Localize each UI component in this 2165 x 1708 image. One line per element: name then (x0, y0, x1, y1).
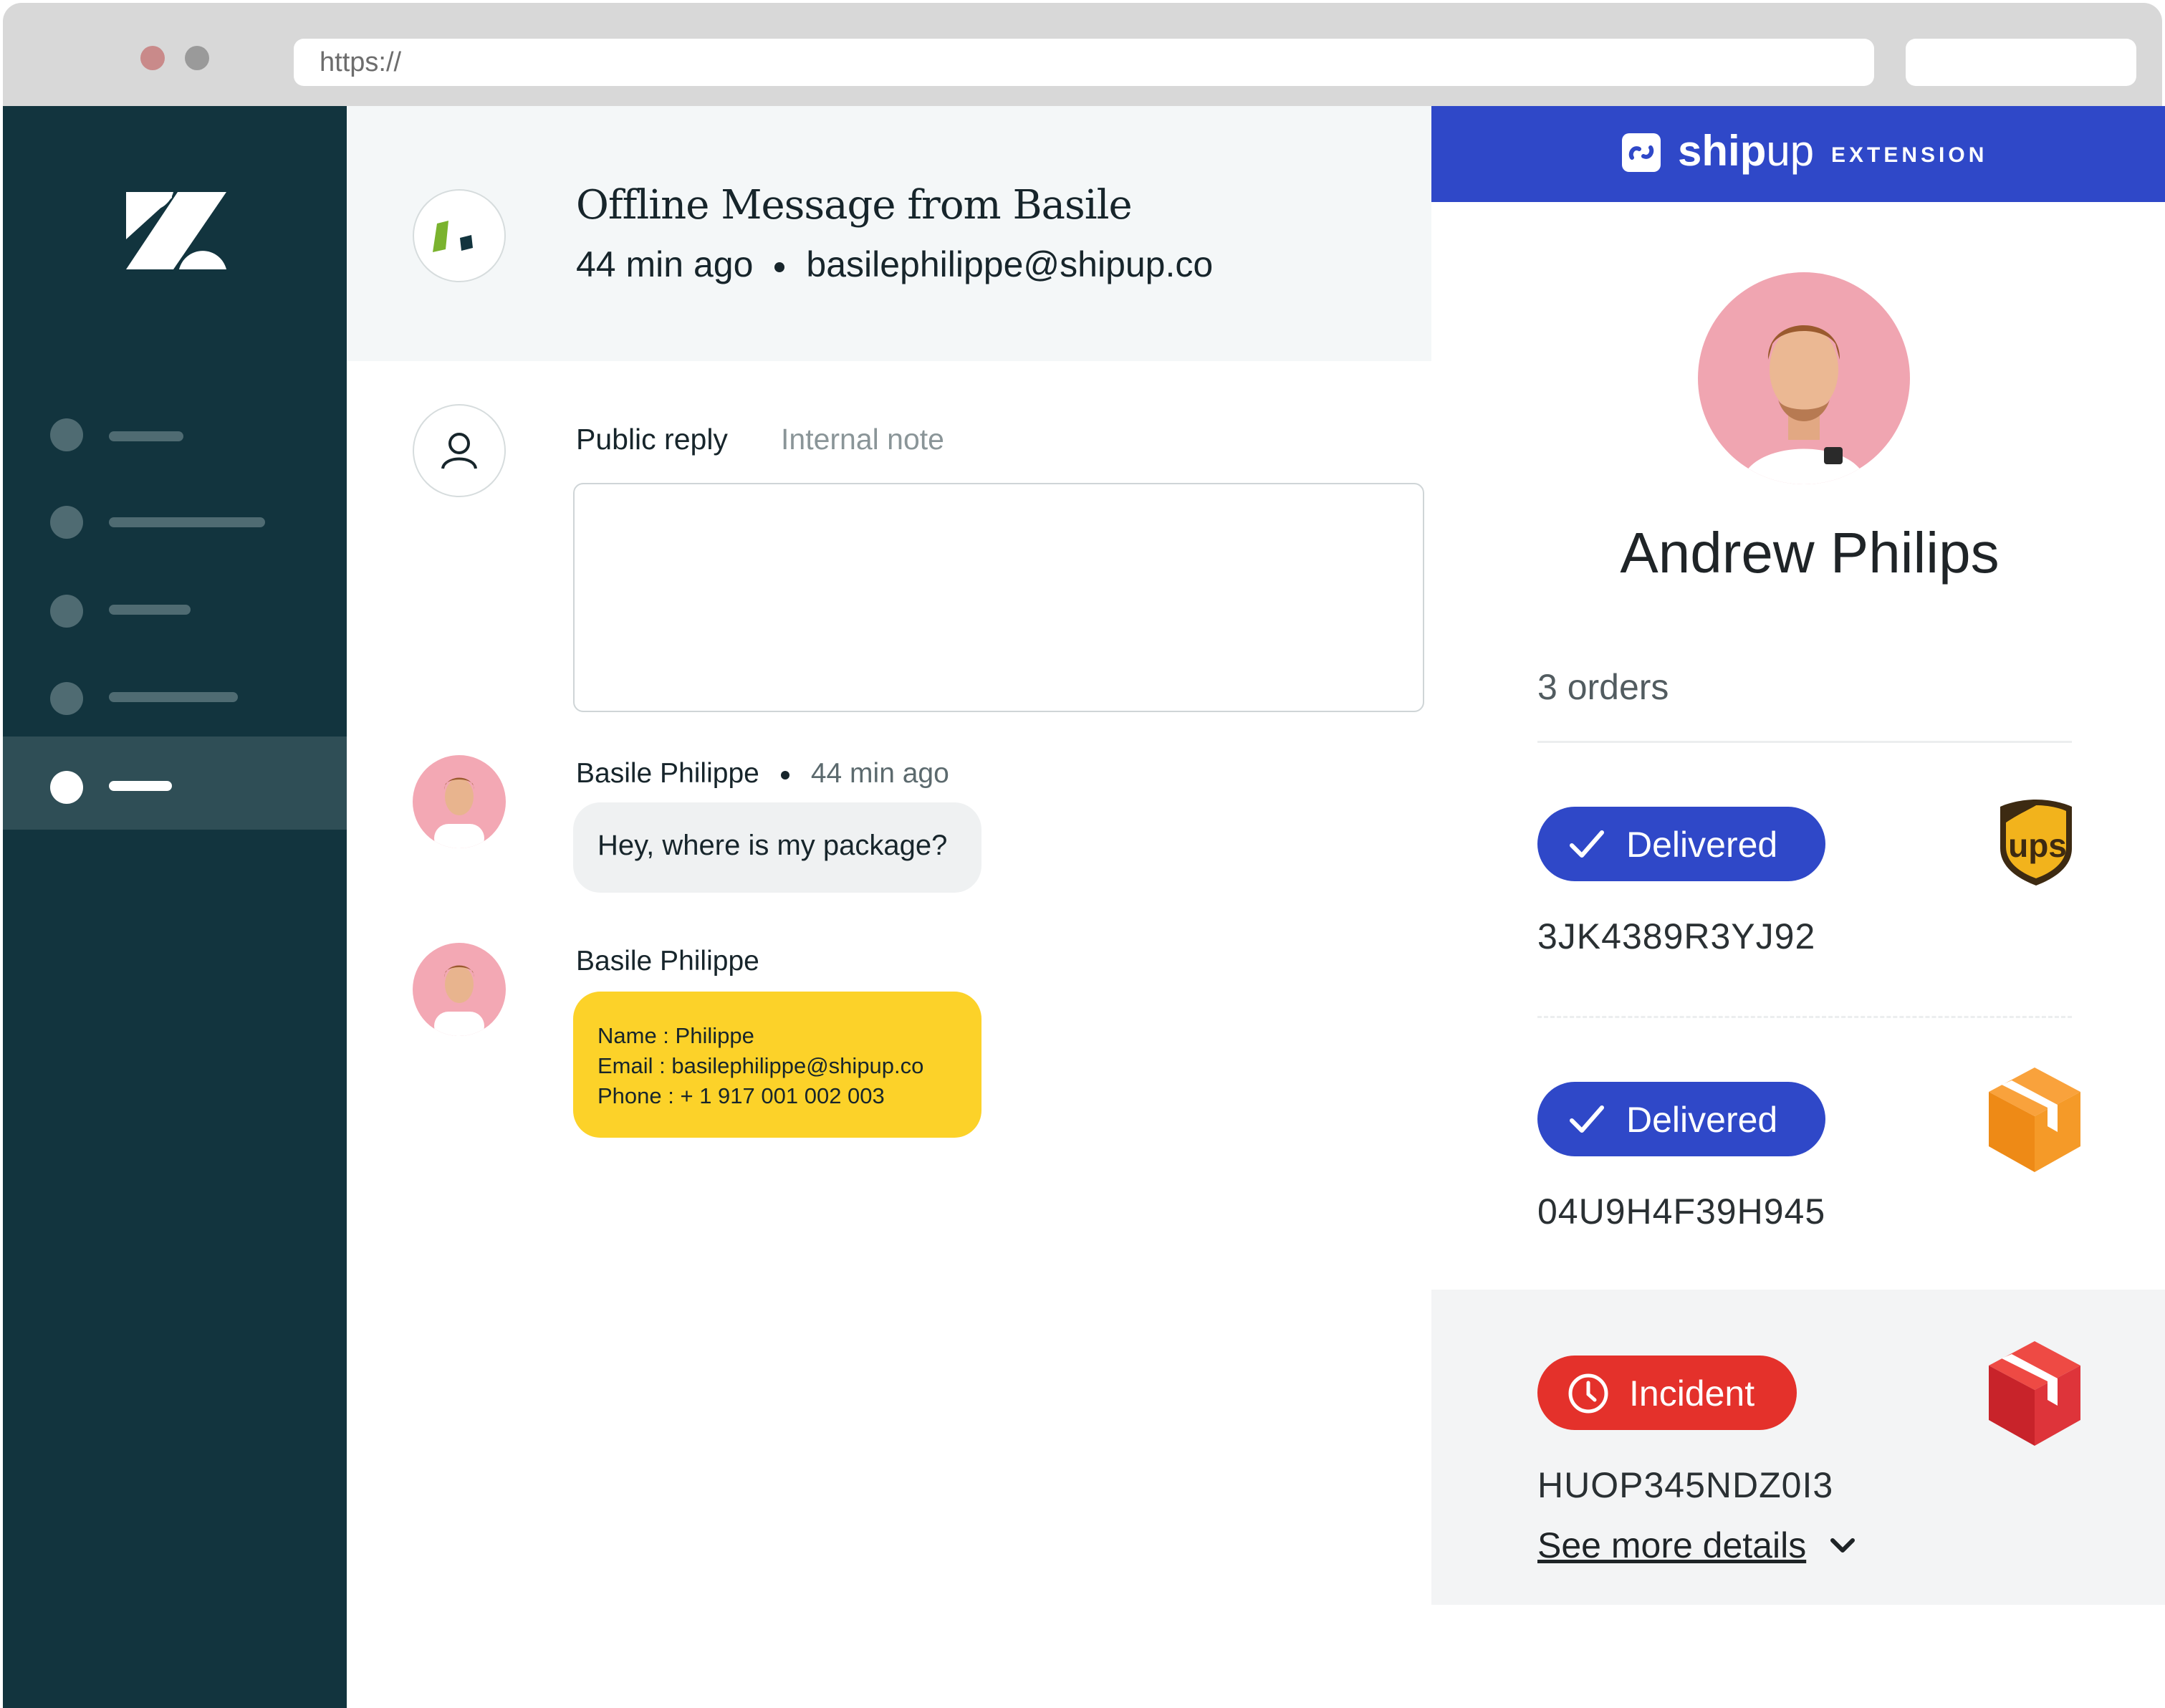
order-tracking-number[interactable]: 04U9H4F39H945 (1537, 1191, 1825, 1232)
clock-icon (1568, 1373, 1608, 1414)
order-status-badge: Incident (1537, 1356, 1797, 1430)
zendesk-logo-icon[interactable] (126, 192, 226, 269)
orders-count: 3 orders (1537, 667, 1669, 707)
chevron-down-icon[interactable] (1828, 1535, 1857, 1556)
ticket-meta: 44 min ago basilephilippe@shipup.co (576, 244, 1213, 285)
check-icon (1570, 830, 1604, 858)
order-status-badge: Delivered (1537, 1082, 1825, 1156)
message-text: Hey, where is my package? (597, 830, 948, 861)
nav-item-4-icon[interactable] (50, 682, 83, 715)
ticket-title: Offline Message from Basile (576, 182, 1133, 229)
nav-item-3-icon[interactable] (50, 595, 83, 628)
see-more-details-link[interactable]: See more details (1537, 1525, 1806, 1566)
shipup-mark-icon (433, 221, 473, 252)
person-photo-icon (434, 965, 484, 1036)
sidebar (3, 106, 347, 1708)
nav-item-5-icon (50, 771, 83, 804)
ups-shield-icon: ups (2000, 800, 2072, 886)
browser-toolbar-box[interactable] (1906, 39, 2136, 86)
nav-item-2-icon[interactable] (50, 506, 83, 539)
orange-box-icon (1989, 1068, 2080, 1172)
separator-dot (774, 262, 785, 272)
order-status-badge: Delivered (1537, 807, 1825, 881)
message-time: 44 min ago (810, 758, 949, 789)
extension-label: EXTENSION (1831, 143, 1988, 167)
tab-internal-note[interactable]: Internal note (781, 423, 944, 456)
nav-item-1-label[interactable] (109, 431, 183, 441)
person-photo-icon (1741, 325, 1867, 484)
ticket-email[interactable]: basilephilippe@shipup.co (806, 244, 1213, 284)
url-text: https:// (320, 47, 402, 77)
customer-avatar (413, 943, 506, 1036)
message-author: Basile Philippe (576, 946, 759, 977)
nav-item-3-label[interactable] (109, 605, 191, 615)
order-tracking-number[interactable]: HUOP345NDZ0I3 (1537, 1464, 1833, 1506)
nav-item-2-label[interactable] (109, 517, 265, 527)
nav-item-5-label (109, 781, 172, 791)
tab-public-reply[interactable]: Public reply (576, 423, 728, 456)
shipup-logo-icon (1622, 133, 1661, 172)
customer-photo (1698, 272, 1910, 484)
message-author: Basile Philippe 44 min ago (576, 758, 949, 789)
person-photo-icon (434, 777, 484, 848)
address-bar[interactable]: https:// (294, 39, 1874, 86)
ticket-header (347, 106, 1431, 361)
contact-name-line: Name : Philippe (597, 1023, 754, 1048)
user-icon (441, 433, 477, 469)
divider (1537, 741, 2072, 743)
customer-name: Andrew Philips (1620, 521, 2000, 585)
order-tracking-number[interactable]: 3JK4389R3YJ92 (1537, 916, 1815, 957)
window-minimize-dot[interactable] (185, 46, 209, 70)
agent-avatar (413, 404, 506, 497)
customer-avatar (413, 755, 506, 848)
ticket-source-avatar (413, 189, 506, 282)
ticket-time: 44 min ago (576, 244, 754, 284)
check-icon (1570, 1105, 1604, 1133)
contact-info-card: Name : Philippe Email : basilephilippe@s… (573, 992, 981, 1138)
order-divider (1537, 1016, 2072, 1018)
nav-item-1-icon[interactable] (50, 418, 83, 451)
message-bubble: Hey, where is my package? (573, 802, 981, 893)
svg-text:ups: ups (2008, 827, 2067, 864)
contact-phone-line: Phone : + 1 917 001 002 003 (597, 1083, 885, 1108)
reply-textarea[interactable] (573, 483, 1424, 712)
shipup-wordmark: shipup (1678, 127, 1815, 175)
nav-item-4-label[interactable] (109, 692, 238, 702)
red-box-icon (1989, 1341, 2080, 1446)
window-close-dot[interactable] (140, 46, 165, 70)
separator-dot (780, 770, 789, 779)
contact-email-line: Email : basilephilippe@shipup.co (597, 1053, 924, 1078)
